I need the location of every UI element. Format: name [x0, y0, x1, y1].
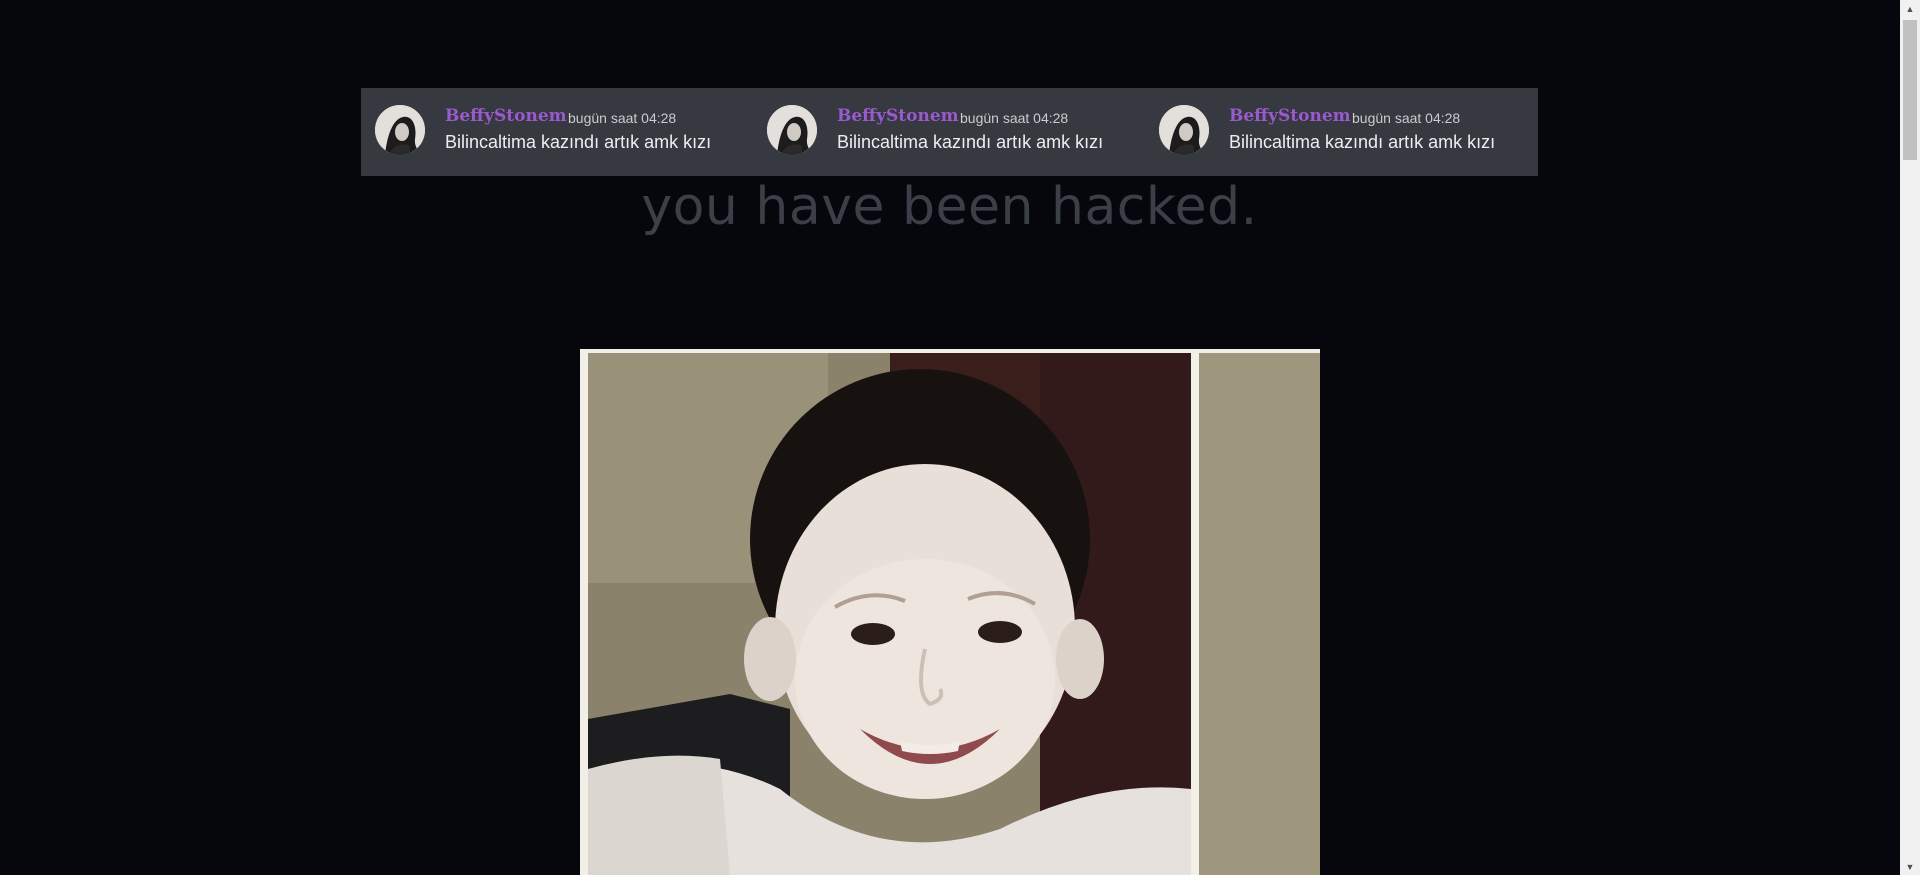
vertical-scrollbar[interactable]: ▲ ▼ [1900, 0, 1920, 875]
discord-message: BeffyStonem bugün saat 04:28 Bilincaltim… [753, 88, 1145, 176]
discord-message: BeffyStonem bugün saat 04:28 Bilincaltim… [361, 88, 753, 176]
message-text: Bilincaltima kazındı artık amk kızı [1229, 132, 1496, 152]
message-text: Bilincaltima kazındı artık amk kızı [445, 132, 712, 152]
timestamp: bugün saat 04:28 [568, 110, 677, 126]
avatar [767, 105, 817, 155]
triangle-down-icon[interactable]: ▼ [1900, 858, 1920, 875]
triangle-up-icon[interactable]: ▲ [1900, 0, 1920, 17]
timestamp: bugün saat 04:28 [960, 110, 1069, 126]
scrollbar-thumb[interactable] [1903, 20, 1917, 160]
username[interactable]: BeffyStonem [445, 106, 567, 126]
child-photo [580, 349, 1320, 875]
username[interactable]: BeffyStonem [1229, 106, 1351, 126]
avatar [1159, 105, 1209, 155]
discord-message-banner: BeffyStonem bugün saat 04:28 Bilincaltim… [361, 88, 1538, 176]
discord-message: BeffyStonem bugün saat 04:28 Bilincaltim… [1145, 88, 1537, 176]
hacked-headline: you have been hacked. [641, 177, 1258, 237]
username[interactable]: BeffyStonem [837, 106, 959, 126]
page: BeffyStonem bugün saat 04:28 Bilincaltim… [0, 0, 1900, 875]
message-text: Bilincaltima kazındı artık amk kızı [837, 132, 1104, 152]
timestamp: bugün saat 04:28 [1352, 110, 1461, 126]
avatar [375, 105, 425, 155]
